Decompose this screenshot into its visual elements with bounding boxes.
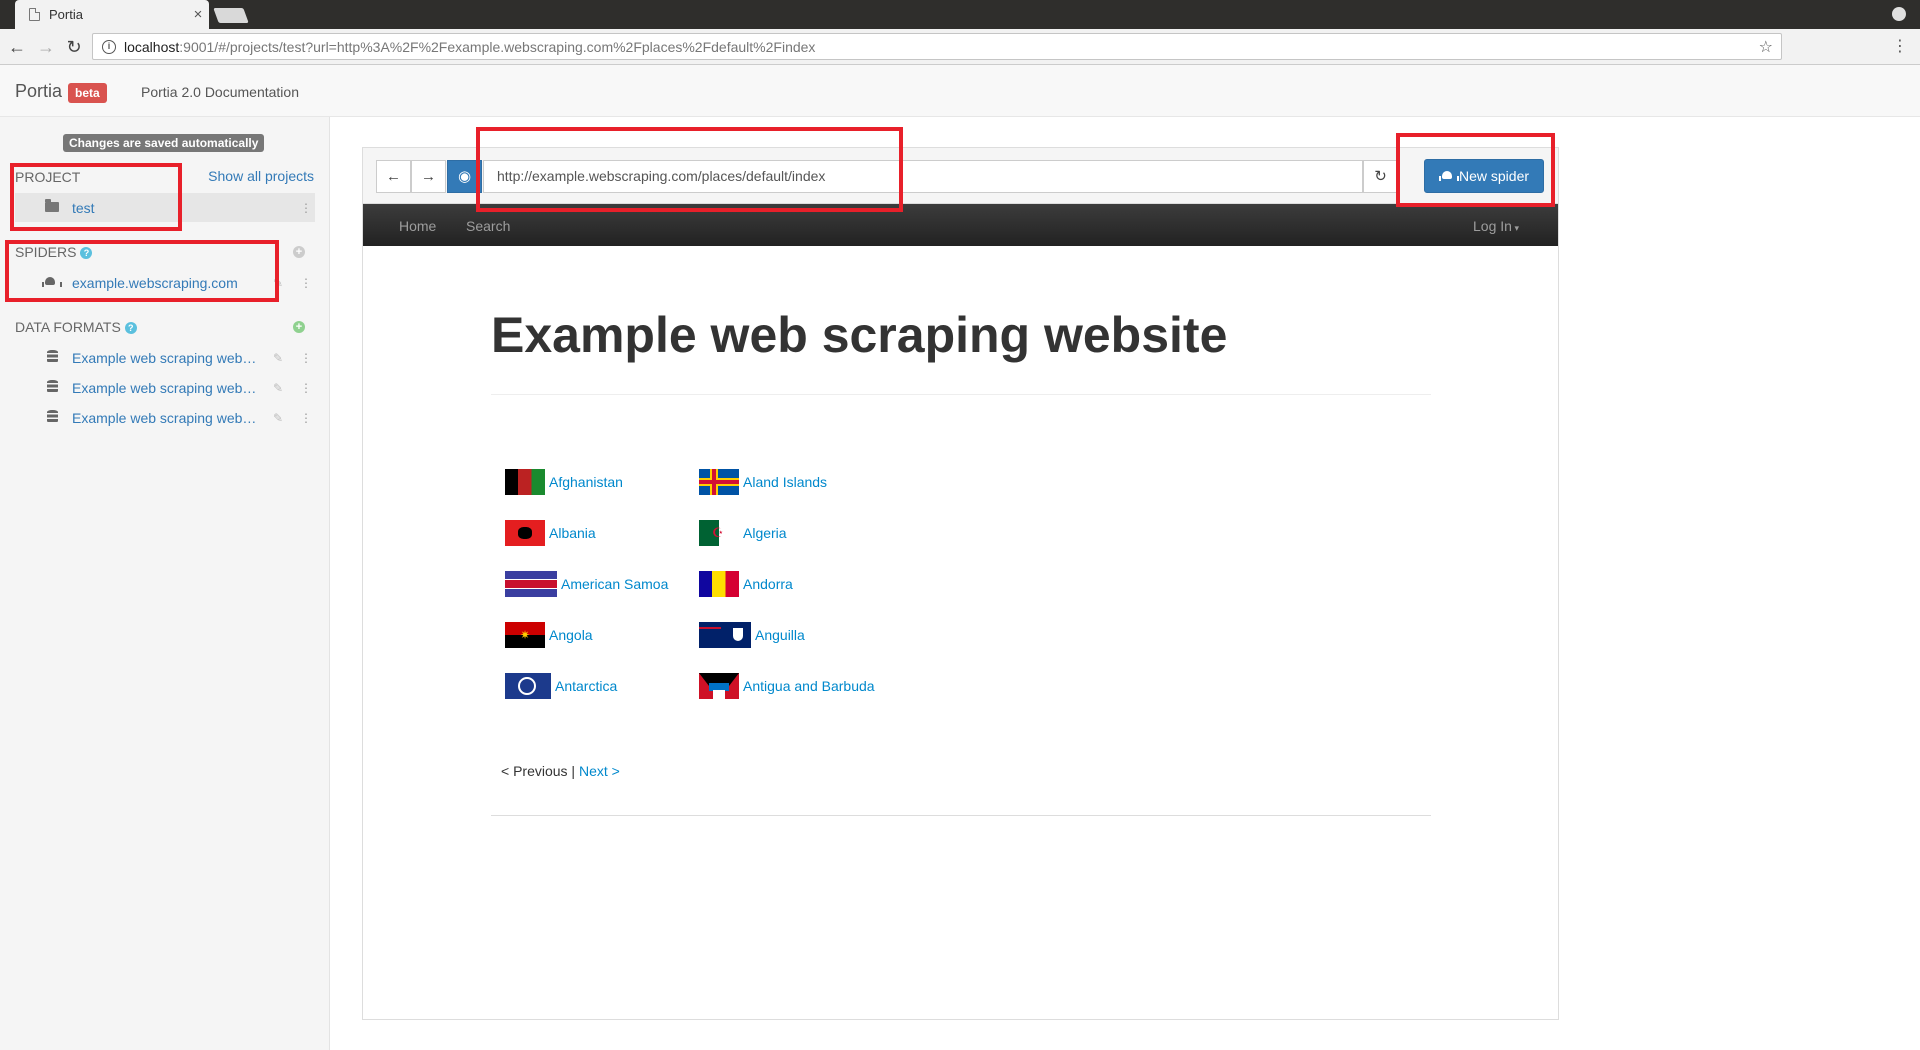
kebab-menu-icon[interactable]: ⋮ [297,411,315,425]
app-header: Portia beta Portia 2.0 Documentation [0,65,1920,117]
country-item[interactable]: Antarctica [505,672,617,700]
data-format-label[interactable]: Example web scraping web… [72,380,268,396]
data-formats-section-title: DATA FORMATS? [15,319,137,335]
country-item[interactable]: American Samoa [505,570,668,598]
add-format-icon[interactable]: + [293,321,305,333]
pagination: < Previous | Next > [501,763,620,779]
pager-separator: | [567,763,579,779]
site-nav-login[interactable]: Log In ▾ [1473,218,1519,234]
login-label: Log In [1473,218,1512,234]
kebab-menu-icon[interactable]: ⋮ [297,276,315,290]
back-icon[interactable]: ← [6,36,28,58]
beta-badge: beta [68,83,107,103]
tab-title: Portia [49,7,83,22]
flag-aland-icon [699,469,739,495]
country-link[interactable]: Antigua and Barbuda [743,678,875,694]
divider [491,394,1431,395]
country-link[interactable]: Afghanistan [549,474,623,490]
country-link[interactable]: Algeria [743,525,787,541]
data-format-item[interactable]: Example web scraping web… ✎ ⋮ [15,403,315,432]
autosave-notice: Changes are saved automatically [63,134,265,152]
kebab-menu-icon[interactable]: ⋮ [297,351,315,365]
page-reload-icon[interactable]: ↻ [1363,160,1398,193]
flag-anguilla-icon [699,622,751,648]
divider [491,815,1431,816]
browser-menu-icon[interactable]: ⋮ [1892,37,1908,57]
brand-logo[interactable]: Portia [15,81,62,102]
database-icon [42,409,62,426]
edit-pencil-icon[interactable]: ✎ [268,351,288,365]
annotation-box-spiders [5,240,279,302]
bookmark-star-icon[interactable]: ☆ [1759,37,1773,57]
flag-andorra-icon [699,571,739,597]
edit-pencil-icon[interactable]: ✎ [268,411,288,425]
formats-title-text: DATA FORMATS [15,319,121,335]
annotation-box-url [476,127,903,212]
site-info-icon[interactable]: i [102,39,116,54]
caret-down-icon: ▾ [1511,223,1519,233]
url-path: :9001/#/projects/test?url=http%3A%2F%2Fe… [179,38,816,55]
country-item[interactable]: Andorra [699,570,793,598]
country-item[interactable]: Afghanistan [505,468,623,496]
annotation-box-new-spider [1396,133,1555,207]
flag-antigua-icon [699,673,739,699]
annotation-box-project [10,163,182,231]
reload-icon[interactable]: ↻ [63,36,85,58]
site-nav-home[interactable]: Home [399,218,436,234]
country-link[interactable]: Anguilla [755,627,805,643]
flag-american-samoa-icon [505,571,557,597]
kebab-menu-icon[interactable]: ⋮ [297,381,315,395]
data-format-item[interactable]: Example web scraping web… ✎ ⋮ [15,373,315,402]
next-page-link[interactable]: Next > [579,763,620,779]
new-tab-button[interactable] [213,8,249,23]
page-forward-icon[interactable]: → [411,160,446,193]
profile-icon[interactable] [1892,7,1906,21]
site-nav-search[interactable]: Search [466,218,510,234]
database-icon [42,349,62,366]
country-link[interactable]: American Samoa [561,576,668,592]
help-icon[interactable]: ? [124,322,137,334]
forward-icon[interactable]: → [35,36,57,58]
kebab-menu-icon[interactable]: ⋮ [297,201,315,215]
country-link[interactable]: Aland Islands [743,474,827,490]
previous-page-text: < Previous [501,763,568,779]
close-tab-icon[interactable]: × [187,6,209,23]
embedded-browser: ← → ◉ http://example.webscraping.com/pla… [362,147,1559,1020]
browser-toolbar: ← → ↻ i localhost:9001/#/projects/test?u… [0,29,1920,65]
data-format-item[interactable]: Example web scraping web… ✎ ⋮ [15,343,315,372]
flag-algeria-icon: ☪ [699,520,739,546]
country-link[interactable]: Albania [549,525,596,541]
flag-antarctica-icon [505,673,551,699]
add-spider-icon[interactable]: + [293,246,305,258]
data-format-label[interactable]: Example web scraping web… [72,410,268,426]
country-item[interactable]: ✷ Angola [505,621,593,649]
main-area: ← → ◉ http://example.webscraping.com/pla… [331,117,1920,1050]
address-bar[interactable]: i localhost:9001/#/projects/test?url=htt… [92,33,1782,60]
data-format-label[interactable]: Example web scraping web… [72,350,268,366]
page-icon [29,8,40,21]
flag-angola-icon: ✷ [505,622,545,648]
url-host: localhost [124,38,180,55]
flag-afghanistan-icon [505,469,545,495]
country-link[interactable]: Antarctica [555,678,617,694]
docs-link[interactable]: Portia 2.0 Documentation [141,84,299,100]
browser-tab[interactable]: Portia × [15,0,209,29]
country-item[interactable]: ☪ Algeria [699,519,787,547]
site-heading: Example web scraping website [491,307,1228,363]
browser-tab-strip: Portia × [0,0,1920,29]
country-item[interactable]: Aland Islands [699,468,827,496]
database-icon [42,379,62,396]
flag-albania-icon [505,520,545,546]
edit-pencil-icon[interactable]: ✎ [268,381,288,395]
country-item[interactable]: Albania [505,519,596,547]
country-link[interactable]: Andorra [743,576,793,592]
country-item[interactable]: Anguilla [699,621,805,649]
page-back-icon[interactable]: ← [376,160,411,193]
country-link[interactable]: Angola [549,627,593,643]
country-item[interactable]: Antigua and Barbuda [699,672,875,700]
show-all-projects-link[interactable]: Show all projects [208,168,314,184]
